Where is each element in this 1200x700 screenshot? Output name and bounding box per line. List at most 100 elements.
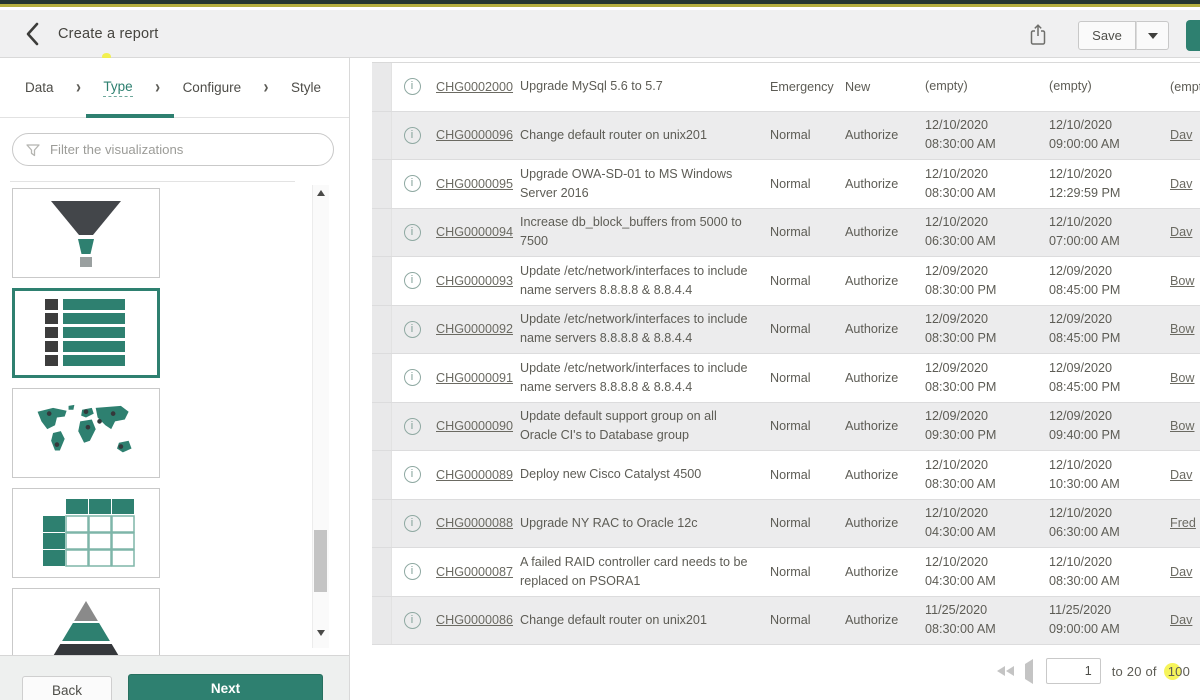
state-value: Authorize xyxy=(839,565,919,579)
viz-thumbnail-funnel[interactable] xyxy=(12,188,160,278)
double-caret-left-icon xyxy=(1006,666,1014,676)
page-number-input[interactable] xyxy=(1046,658,1101,684)
start-date-value: 12/10/2020 04:30:00 AM xyxy=(919,504,1043,542)
assigned-to-link[interactable]: Bow xyxy=(1167,419,1195,433)
caret-down-icon xyxy=(1148,33,1158,39)
end-date-value: 11/25/2020 09:00:00 AM xyxy=(1043,601,1167,639)
table-row: i CHG0000096Change default router on unix… xyxy=(372,112,1200,161)
save-menu-button[interactable] xyxy=(1136,21,1169,50)
back-button[interactable]: Back xyxy=(22,676,112,700)
change-number-link[interactable]: CHG0000087 xyxy=(432,565,520,579)
priority-value: Normal xyxy=(765,468,839,482)
step-type[interactable]: Type xyxy=(103,79,132,97)
step-data[interactable]: Data xyxy=(25,80,54,95)
info-circle-icon[interactable]: i xyxy=(404,466,421,483)
info-circle-icon[interactable]: i xyxy=(404,563,421,580)
short-description: Update /etc/network/interfaces to includ… xyxy=(520,262,765,300)
info-circle-icon[interactable]: i xyxy=(404,224,421,241)
priority-value: Normal xyxy=(765,225,839,239)
info-circle-icon[interactable]: i xyxy=(404,78,421,95)
short-description: Upgrade MySql 5.6 to 5.7 xyxy=(520,77,765,96)
info-circle-icon[interactable]: i xyxy=(404,175,421,192)
short-description: Upgrade OWA-SD-01 to MS Windows Server 2… xyxy=(520,165,765,203)
funnel-icon xyxy=(25,142,41,158)
info-circle-icon[interactable]: i xyxy=(404,321,421,338)
table-row: i CHG0000087A failed RAID controller card… xyxy=(372,548,1200,597)
table-row: iCHG0000091Update /etc/network/interface… xyxy=(372,354,1200,403)
row-gutter xyxy=(372,354,392,402)
start-date-value: 12/10/2020 08:30:00 AM xyxy=(919,456,1043,494)
browser-top-strip xyxy=(0,0,1200,7)
assigned-to-link[interactable]: Bow xyxy=(1167,322,1195,336)
start-date-value: 12/09/2020 08:30:00 PM xyxy=(919,359,1043,397)
change-number-link[interactable]: CHG0002000 xyxy=(432,80,520,94)
table-row: i CHG0000089Deploy new Cisco Catalyst 450… xyxy=(372,451,1200,500)
state-value: Authorize xyxy=(839,468,919,482)
short-description: Update /etc/network/interfaces to includ… xyxy=(520,310,765,348)
start-date-value: 12/10/2020 06:30:00 AM xyxy=(919,213,1043,251)
step-style[interactable]: Style xyxy=(291,80,321,95)
report-wizard-panel: Data › Type › Configure › Style Filter t… xyxy=(0,58,350,700)
caret-down-icon[interactable] xyxy=(317,630,325,636)
next-button[interactable]: Next xyxy=(128,674,323,700)
info-circle-icon[interactable]: i xyxy=(404,127,421,144)
short-description: Deploy new Cisco Catalyst 4500 xyxy=(520,465,765,484)
short-description: Update default support group on all Orac… xyxy=(520,407,765,445)
change-number-link[interactable]: CHG0000096 xyxy=(432,128,520,142)
info-circle-icon[interactable]: i xyxy=(404,272,421,289)
change-number-link[interactable]: CHG0000089 xyxy=(432,468,520,482)
viz-thumbnail-map[interactable] xyxy=(12,388,160,478)
change-number-link[interactable]: CHG0000094 xyxy=(432,225,520,239)
report-table-body: iCHG0002000Upgrade MySql 5.6 to 5.7Emerg… xyxy=(372,62,1200,645)
step-configure[interactable]: Configure xyxy=(183,80,242,95)
caret-up-icon[interactable] xyxy=(317,190,325,196)
viz-thumbnail-list[interactable] xyxy=(12,288,160,378)
save-button[interactable]: Save xyxy=(1078,21,1136,50)
start-date-value: 12/09/2020 08:30:00 PM xyxy=(919,310,1043,348)
info-circle-icon[interactable]: i xyxy=(404,612,421,629)
assigned-to-link[interactable]: Dav xyxy=(1167,468,1192,482)
state-value: Authorize xyxy=(839,128,919,142)
priority-value: Normal xyxy=(765,177,839,191)
state-value: Authorize xyxy=(839,225,919,239)
active-step-indicator xyxy=(86,114,174,118)
back-icon[interactable] xyxy=(22,21,46,47)
run-button-partial[interactable] xyxy=(1186,20,1200,51)
change-number-link[interactable]: CHG0000091 xyxy=(432,371,520,385)
change-number-link[interactable]: CHG0000093 xyxy=(432,274,520,288)
short-description: A failed RAID controller card needs to b… xyxy=(520,553,765,591)
end-date-value: 12/09/2020 08:45:00 PM xyxy=(1043,310,1167,348)
short-description: Change default router on unix201 xyxy=(520,126,765,145)
priority-value: Normal xyxy=(765,371,839,385)
previous-page-button[interactable] xyxy=(1025,664,1033,679)
viz-thumbnail-heatmap-table[interactable] xyxy=(12,488,160,578)
viz-scrollbar-thumb[interactable] xyxy=(314,530,327,592)
info-circle-icon[interactable]: i xyxy=(404,515,421,532)
assigned-to-link[interactable]: Dav xyxy=(1167,225,1192,239)
assigned-to-link[interactable]: Bow xyxy=(1167,371,1195,385)
first-page-button[interactable] xyxy=(997,666,1014,676)
info-circle-icon[interactable]: i xyxy=(404,418,421,435)
state-value: Authorize xyxy=(839,613,919,627)
filter-placeholder: Filter the visualizations xyxy=(50,142,183,157)
share-icon[interactable] xyxy=(1028,23,1050,47)
assigned-to-link[interactable]: Bow xyxy=(1167,274,1195,288)
assigned-to-link[interactable]: Dav xyxy=(1167,613,1192,627)
change-number-link[interactable]: CHG0000090 xyxy=(432,419,520,433)
change-number-link[interactable]: CHG0000092 xyxy=(432,322,520,336)
info-circle-icon[interactable]: i xyxy=(404,369,421,386)
filter-visualizations-input[interactable]: Filter the visualizations xyxy=(12,133,334,166)
end-date-value: 12/10/2020 09:00:00 AM xyxy=(1043,116,1167,154)
change-number-link[interactable]: CHG0000086 xyxy=(432,613,520,627)
change-number-link[interactable]: CHG0000095 xyxy=(432,177,520,191)
change-number-link[interactable]: CHG0000088 xyxy=(432,516,520,530)
wizard-breadcrumb: Data › Type › Configure › Style xyxy=(0,58,349,118)
state-value: Authorize xyxy=(839,371,919,385)
state-value: Authorize xyxy=(839,322,919,336)
table-row: iCHG0000094Increase db_block_buffers fro… xyxy=(372,209,1200,258)
assigned-to-link[interactable]: Dav xyxy=(1167,565,1192,579)
row-gutter xyxy=(372,209,392,257)
assigned-to-link[interactable]: Dav xyxy=(1167,128,1192,142)
assigned-to-link[interactable]: Dav xyxy=(1167,177,1192,191)
assigned-to-link[interactable]: Fred xyxy=(1167,516,1196,530)
